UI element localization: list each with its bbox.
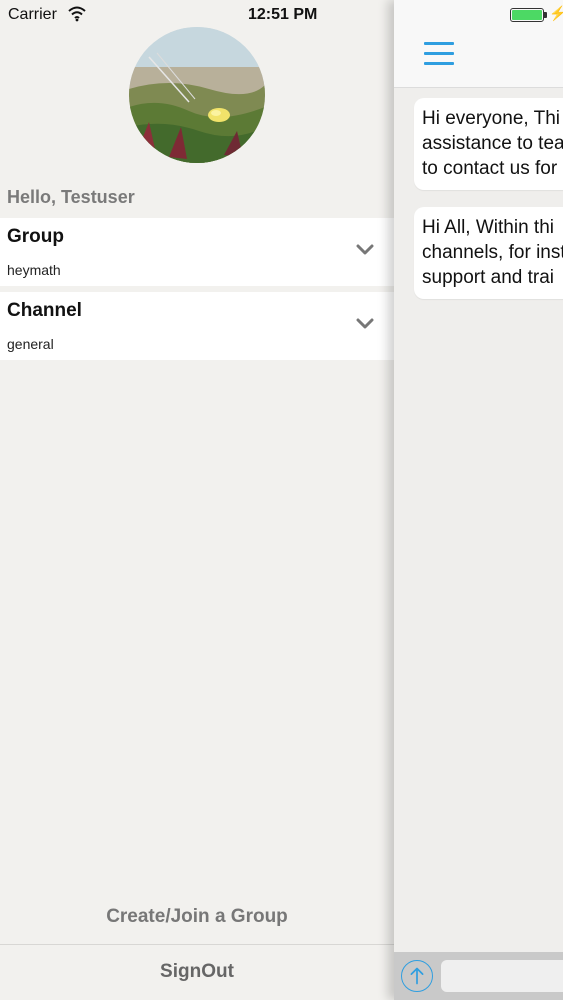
group-label: Group bbox=[7, 226, 64, 247]
greeting-text: Hello, Testuser bbox=[7, 187, 135, 207]
status-bar: Carrier 12:51 PM bbox=[0, 0, 394, 30]
group-value: heymath bbox=[7, 262, 61, 278]
clock: 12:51 PM bbox=[248, 6, 318, 23]
side-drawer: Carrier 12:51 PM Hello, Testuser Group h… bbox=[0, 0, 394, 1000]
upload-arrow-icon[interactable] bbox=[401, 960, 433, 992]
message-bubble: Hi everyone, Thi assistance to tea to co… bbox=[414, 98, 563, 190]
channel-value: general bbox=[7, 336, 54, 352]
channel-selector[interactable]: Channel general bbox=[0, 292, 394, 360]
chevron-down-icon[interactable] bbox=[356, 244, 374, 256]
group-selector[interactable]: Group heymath bbox=[0, 218, 394, 286]
chat-header: ⚡ bbox=[394, 0, 563, 88]
divider bbox=[0, 944, 394, 945]
battery-icon bbox=[510, 8, 544, 22]
bolt-icon: ⚡ bbox=[549, 5, 563, 21]
chat-panel: ⚡ Hi everyone, Thi assistance to tea to … bbox=[394, 0, 563, 1000]
wifi-icon bbox=[68, 6, 86, 22]
message-line: channels, for inst bbox=[422, 242, 563, 263]
carrier-label: Carrier bbox=[8, 6, 57, 23]
signout-button[interactable]: SignOut bbox=[0, 961, 394, 983]
message-line: support and trai bbox=[422, 267, 555, 288]
message-line: Hi everyone, Thi bbox=[422, 108, 560, 129]
channel-label: Channel bbox=[7, 300, 82, 321]
profile-photo-image bbox=[129, 27, 265, 163]
message-composer bbox=[394, 952, 563, 1000]
message-line: assistance to tea bbox=[422, 133, 563, 154]
profile-photo[interactable] bbox=[129, 27, 265, 163]
battery-tip bbox=[544, 12, 547, 18]
message-input[interactable] bbox=[441, 960, 563, 992]
hamburger-menu-icon[interactable] bbox=[424, 42, 454, 66]
message-bubble: Hi All, Within thi channels, for inst su… bbox=[414, 207, 563, 299]
message-line: to contact us for bbox=[422, 158, 558, 179]
message-line: Hi All, Within thi bbox=[422, 217, 554, 238]
create-join-group-button[interactable]: Create/Join a Group bbox=[0, 906, 394, 928]
chevron-down-icon[interactable] bbox=[356, 318, 374, 330]
